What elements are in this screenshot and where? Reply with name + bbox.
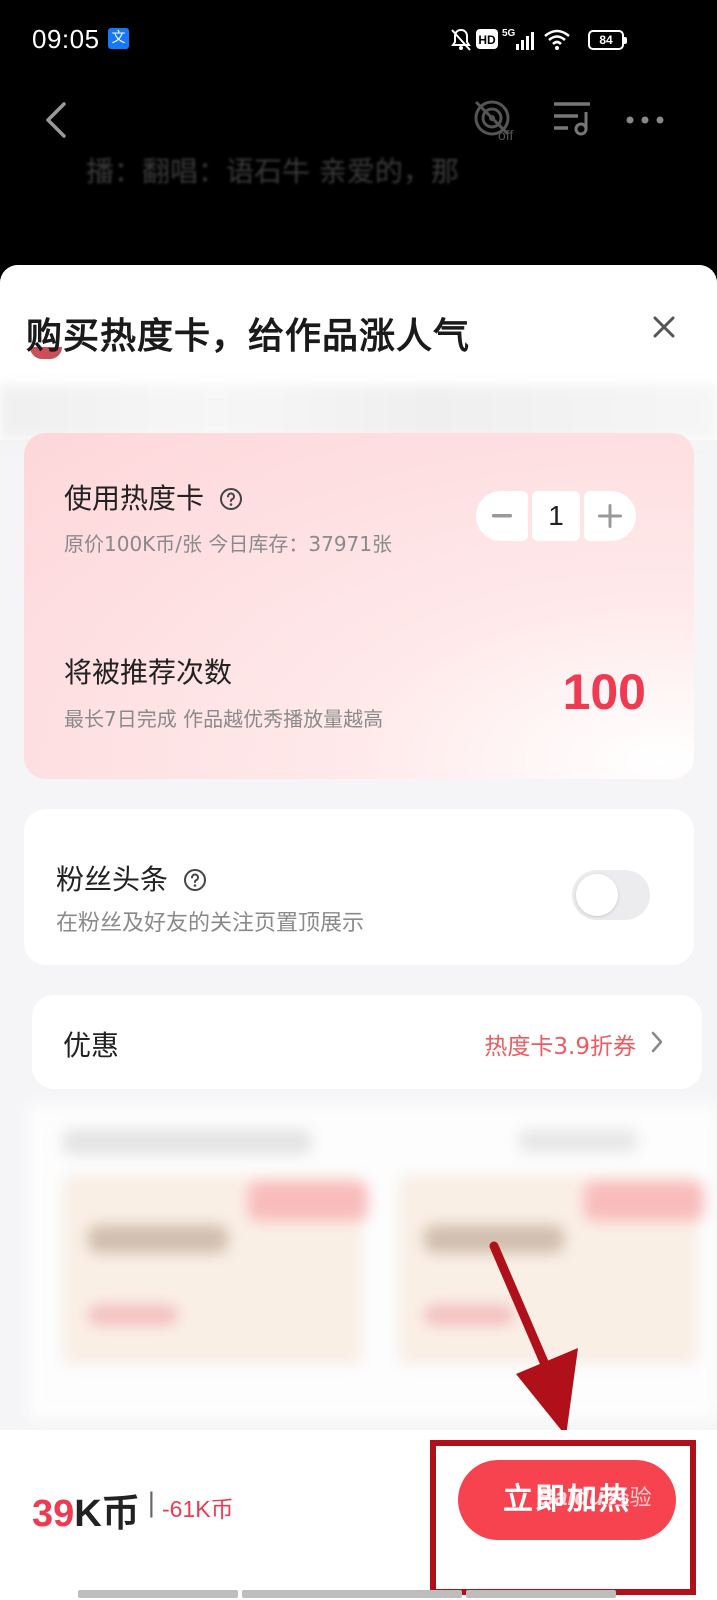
plus-icon: [598, 504, 622, 528]
price-saving: -61K币: [162, 1496, 234, 1522]
help-icon[interactable]: [219, 485, 243, 518]
audio-off-icon[interactable]: off: [470, 98, 518, 146]
increase-button[interactable]: [584, 491, 636, 541]
sheet-title: 购买热度卡，给作品涨人气: [26, 316, 471, 357]
recommend-count-subtitle: 最长7日完成 作品越优秀播放量越高: [64, 707, 384, 731]
sheet-header: 购买热度卡，给作品涨人气: [0, 265, 717, 440]
heat-card-title: 使用热度卡: [64, 477, 242, 517]
wifi-icon: [543, 28, 571, 54]
close-icon[interactable]: [652, 315, 676, 343]
more-icon[interactable]: [624, 112, 666, 131]
translate-app-icon: 文: [108, 28, 129, 49]
blurred-video-info: [0, 385, 717, 440]
recommend-count-value: 100: [562, 664, 646, 720]
decrease-button[interactable]: [476, 491, 528, 541]
minus-icon: [492, 514, 512, 518]
chevron-right-icon: [650, 1030, 664, 1058]
baidu-watermark: Baidu 经验: [537, 1484, 652, 1511]
recommend-count-title: 将被推荐次数: [64, 656, 233, 689]
back-icon[interactable]: [40, 100, 70, 144]
bell-off-icon: [450, 28, 472, 56]
home-indicator: [242, 1590, 462, 1598]
fans-headline-toggle[interactable]: [572, 870, 650, 920]
playlist-icon[interactable]: [552, 98, 594, 142]
svg-text:5G: 5G: [502, 28, 516, 39]
audio-off-label: off: [498, 127, 513, 142]
price-unit: K币: [74, 1493, 140, 1535]
lyrics-line: 播：翻唱：语石牛 亲爱的，那: [86, 155, 459, 188]
fans-headline-subtitle: 在粉丝及好友的关注页置顶展示: [56, 911, 365, 936]
price-number: 39: [32, 1493, 75, 1535]
blurred-packages: [28, 1105, 717, 1420]
fans-headline-title: 粉丝头条: [56, 858, 206, 898]
discount-row[interactable]: 优惠 热度卡3.9折券: [32, 995, 702, 1089]
fans-headline-panel: 粉丝头条 在粉丝及好友的关注页置顶展示: [24, 809, 694, 965]
status-bar: 09:05 文 HD 5G 84: [0, 0, 717, 80]
5g-signal-icon: 5G: [502, 26, 534, 56]
discount-label: 优惠: [63, 1029, 120, 1062]
buy-heat-card-sheet: 购买热度卡，给作品涨人气 使用热度卡 原价100K币/张 今日库存：37971张…: [0, 265, 717, 1600]
help-icon[interactable]: [183, 866, 207, 899]
svg-text:HD: HD: [478, 33, 496, 47]
price-separator: |: [147, 1488, 156, 1518]
status-time: 09:05: [32, 24, 100, 54]
hd-icon: HD: [476, 29, 498, 53]
heat-card-subtitle: 原价100K币/张 今日库存：37971张: [64, 532, 393, 556]
bottom-action-bar: 39K币 | -61K币 立即加热 Baidu 经验: [0, 1430, 717, 1600]
quantity-value[interactable]: 1: [532, 491, 580, 541]
total-price: 39K币: [32, 1482, 140, 1537]
home-indicator: [466, 1590, 616, 1598]
heat-card-panel: 使用热度卡 原价100K币/张 今日库存：37971张 1 将被推荐次数 最长7…: [24, 433, 694, 779]
discount-value: 热度卡3.9折券: [484, 1034, 636, 1060]
home-indicator: [78, 1590, 238, 1598]
toggle-knob: [576, 874, 618, 916]
battery-icon: 84: [588, 30, 627, 50]
quantity-stepper: 1: [476, 491, 636, 541]
